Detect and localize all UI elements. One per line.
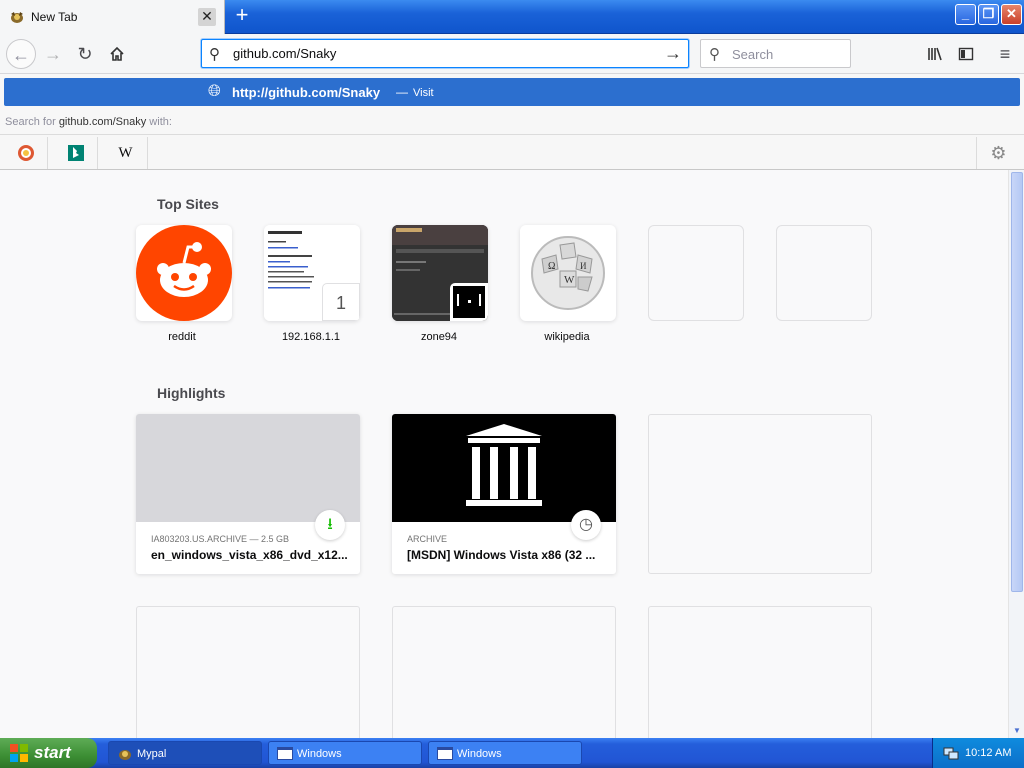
sidebar-icon	[958, 47, 974, 61]
svg-text:Ω: Ω	[548, 261, 555, 272]
highlight-title: en_windows_vista_x86_dvd_x12...	[151, 548, 348, 562]
highlight-empty	[648, 414, 872, 574]
home-icon	[110, 46, 124, 61]
navigation-toolbar: ← → ↻ ⚲ github.com/Snaky → ⚲ Search ≡	[0, 34, 1024, 74]
new-tab-button[interactable]: +	[230, 4, 254, 28]
url-suggestions-popup: 🌐︎ http://github.com/Snaky — Visit Searc…	[0, 74, 1024, 170]
highlight-image	[136, 414, 360, 522]
bing-engine-button[interactable]	[54, 137, 98, 169]
top-site-badge: 1	[322, 283, 360, 321]
window-icon	[277, 747, 293, 760]
new-tab-page: Top Sites reddit 1 192.168.1.1 zone94 ΩW…	[0, 170, 1008, 766]
tab-close-button[interactable]: ✕	[198, 8, 216, 26]
search-icon: ⚲	[709, 46, 720, 63]
top-site-router[interactable]: 1	[264, 225, 360, 321]
reddit-icon	[136, 225, 232, 321]
library-icon	[928, 47, 942, 61]
wikipedia-icon: ΩWИ	[531, 236, 605, 310]
wikipedia-engine-button[interactable]: W	[104, 137, 148, 169]
highlight-card[interactable]: ◷ ARCHIVE [MSDN] Windows Vista x86 (32 .…	[392, 414, 616, 574]
search-engine-bar: W ⚙	[0, 134, 1024, 170]
restore-button[interactable]: ❐	[978, 4, 999, 25]
top-site-empty	[648, 225, 744, 321]
scroll-down-arrow-icon[interactable]: ▼	[1012, 726, 1022, 736]
highlight-context: IA803203.US.ARCHIVE — 2.5 GB	[151, 534, 290, 544]
window-icon	[437, 747, 453, 760]
top-site-empty	[776, 225, 872, 321]
start-button[interactable]: start	[0, 738, 97, 768]
sidebar-button[interactable]	[951, 39, 981, 69]
forward-button[interactable]: →	[38, 39, 68, 69]
visit-suggestion[interactable]: 🌐︎ http://github.com/Snaky — Visit	[4, 78, 1020, 106]
archive-building-icon	[466, 424, 542, 506]
top-sites-title: Top Sites	[157, 196, 219, 212]
top-site-reddit[interactable]	[136, 225, 232, 321]
top-site-label: 192.168.1.1	[281, 331, 341, 343]
back-button[interactable]: ←	[6, 39, 36, 69]
duckduckgo-engine-button[interactable]	[4, 137, 48, 169]
forward-arrow-icon: →	[44, 44, 62, 64]
minimize-button[interactable]: _	[955, 4, 976, 25]
duckduckgo-icon	[17, 145, 34, 161]
search-input[interactable]: Search	[732, 47, 773, 62]
network-icon	[943, 747, 959, 760]
visit-label: Visit	[413, 87, 434, 99]
top-site-label: zone94	[420, 331, 458, 343]
go-arrow-icon[interactable]: →	[664, 43, 682, 64]
search-settings-button[interactable]: ⚙	[976, 137, 1020, 169]
reload-button[interactable]: ↻	[70, 39, 100, 69]
search-with-query: github.com/Snaky	[58, 116, 147, 128]
menu-button[interactable]: ≡	[990, 39, 1020, 69]
library-button[interactable]	[920, 39, 950, 69]
top-site-label: wikipedia	[544, 331, 590, 343]
svg-text:W: W	[564, 274, 575, 286]
browser-tab[interactable]: New Tab ✕	[0, 0, 225, 34]
url-bar[interactable]: ⚲ github.com/Snaky →	[201, 39, 689, 68]
tab-title: New Tab	[31, 10, 78, 24]
mypal-icon	[119, 750, 131, 760]
visit-separator: —	[396, 85, 408, 99]
taskbar-item-mypal[interactable]: Mypal	[108, 741, 262, 765]
gear-icon: ⚙	[990, 143, 1007, 163]
globe-icon: 🌐︎	[208, 83, 221, 100]
url-input[interactable]: github.com/Snaky	[233, 46, 336, 61]
highlight-context: ARCHIVE	[407, 534, 448, 544]
taskbar-item-windows[interactable]: Windows	[268, 741, 422, 765]
svg-text:И: И	[580, 261, 587, 271]
vertical-scrollbar[interactable]: ▼	[1008, 170, 1024, 738]
search-bar[interactable]: ⚲ Search	[700, 39, 851, 68]
highlight-image	[392, 414, 616, 522]
taskbar-item-windows[interactable]: Windows	[428, 741, 582, 765]
reload-icon: ↻	[77, 44, 93, 64]
bing-icon	[67, 145, 84, 161]
visit-url: http://github.com/Snaky	[232, 85, 381, 100]
mypal-icon	[11, 12, 23, 23]
clock[interactable]: 10:12 AM	[965, 747, 1011, 759]
system-tray: 10:12 AM	[932, 738, 1024, 768]
windows-logo-icon	[10, 744, 28, 762]
highlights-title: Highlights	[157, 385, 226, 401]
scrollbar-thumb[interactable]	[1011, 172, 1023, 592]
search-icon: ⚲	[209, 46, 220, 63]
window-close-button[interactable]: ✕	[1001, 4, 1022, 25]
hamburger-icon: ≡	[999, 44, 1011, 64]
search-with-label: Search for github.com/Snaky with:	[5, 116, 172, 128]
zone94-badge-icon	[450, 283, 488, 321]
wikipedia-w-icon: W	[118, 145, 133, 161]
title-bar: New Tab ✕ + _ ❐ ✕	[0, 0, 1024, 34]
taskbar: start Mypal Windows Windows 10:12 AM	[0, 738, 1024, 768]
clock-icon: ◷	[571, 510, 601, 540]
download-icon: ⭳	[315, 510, 345, 540]
top-site-label: reddit	[168, 331, 196, 343]
home-button[interactable]	[102, 39, 132, 69]
top-site-wikipedia[interactable]: ΩWИ	[520, 225, 616, 321]
highlight-title: [MSDN] Windows Vista x86 (32 ...	[407, 548, 596, 562]
back-arrow-icon: ←	[12, 45, 30, 65]
start-label: start	[34, 743, 71, 762]
top-site-zone94[interactable]	[392, 225, 488, 321]
highlight-card[interactable]: ⭳ IA803203.US.ARCHIVE — 2.5 GB en_window…	[136, 414, 360, 574]
